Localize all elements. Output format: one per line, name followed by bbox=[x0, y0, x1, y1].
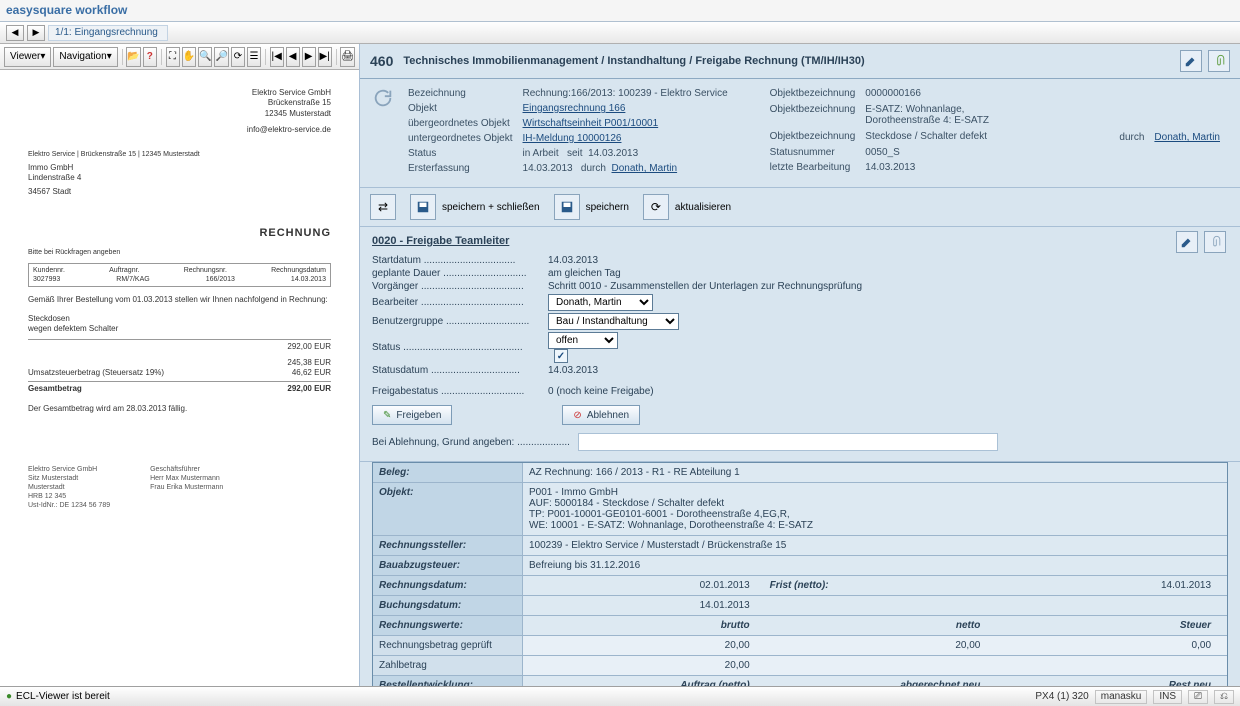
invoice-title: RECHNUNG bbox=[28, 226, 331, 240]
bearbeiter-select[interactable]: Donath, Martin bbox=[548, 294, 653, 311]
status-right: PX4 (1) 320 bbox=[1035, 691, 1088, 702]
ablehnung-grund-input[interactable] bbox=[578, 433, 998, 451]
app-title: easysquare workflow bbox=[6, 3, 127, 17]
status-icon: ● bbox=[6, 691, 12, 702]
status-user: manasku bbox=[1095, 690, 1148, 704]
attachment-icon[interactable] bbox=[1208, 50, 1230, 72]
nav-next-button[interactable]: ▶ bbox=[27, 25, 45, 41]
summary-table: Beleg:AZ Rechnung: 166 / 2013 - R1 - RE … bbox=[372, 462, 1228, 686]
viewer-dropdown[interactable]: Viewer ▾ bbox=[4, 47, 51, 67]
navigation-dropdown[interactable]: Navigation ▾ bbox=[53, 47, 117, 67]
process-title: Technisches Immobilienmanagement / Insta… bbox=[403, 55, 864, 67]
link-creator[interactable]: Donath, Martin bbox=[612, 163, 678, 174]
benutzergruppe-select[interactable]: Bau / Instandhaltung bbox=[548, 313, 679, 330]
reload-icon[interactable] bbox=[370, 85, 396, 111]
attach-step-icon[interactable] bbox=[1204, 231, 1226, 253]
step-header: 0020 - Freigabe Teamleiter bbox=[372, 235, 509, 247]
breadcrumb[interactable]: 1/1: Eingangsrechnung bbox=[48, 25, 168, 41]
process-id: 460 bbox=[370, 53, 393, 69]
viewer-toolbar: Viewer ▾ Navigation ▾ 📂 ? ⛶ ✋ 🔍 🔎 ⟳ ☰ |◀… bbox=[0, 44, 359, 70]
link-parent[interactable]: Wirtschaftseinheit P001/10001 bbox=[523, 118, 659, 129]
save-button[interactable] bbox=[554, 194, 580, 220]
status-tool1[interactable]: ⎚ bbox=[1188, 690, 1208, 704]
save-close-button[interactable] bbox=[410, 194, 436, 220]
status-tool2[interactable]: ⎌ bbox=[1214, 690, 1234, 704]
zoom-in-icon[interactable]: 🔍 bbox=[198, 47, 212, 67]
document-preview: Elektro Service GmbH Brückenstraße 15 12… bbox=[0, 70, 359, 686]
freigeben-button[interactable]: ✎Freigeben bbox=[372, 405, 452, 425]
hand-icon[interactable]: ✋ bbox=[182, 47, 196, 67]
status-mode: INS bbox=[1153, 690, 1182, 704]
status-select[interactable]: offen bbox=[548, 332, 618, 349]
refresh-button[interactable]: ⟳ bbox=[643, 194, 669, 220]
select-icon[interactable]: ☰ bbox=[247, 47, 261, 67]
edit-step-icon[interactable] bbox=[1176, 231, 1198, 253]
page-last-icon[interactable]: ▶| bbox=[318, 47, 332, 67]
status-text: ECL-Viewer ist bereit bbox=[16, 691, 110, 702]
nav-prev-button[interactable]: ◀ bbox=[6, 25, 24, 41]
status-confirm-check[interactable]: ✓ bbox=[554, 349, 568, 363]
rotate-icon[interactable]: ⟳ bbox=[231, 47, 245, 67]
page-prev-icon[interactable]: ◀ bbox=[286, 47, 300, 67]
link-child[interactable]: IH-Meldung 10000126 bbox=[523, 133, 622, 144]
page-next-icon[interactable]: ▶ bbox=[302, 47, 316, 67]
print-icon[interactable]: 🖨 bbox=[340, 47, 355, 67]
page-first-icon[interactable]: |◀ bbox=[270, 47, 284, 67]
edit-icon[interactable] bbox=[1180, 50, 1202, 72]
link-object[interactable]: Eingangsrechnung 166 bbox=[523, 103, 626, 114]
ablehnen-button[interactable]: ⊘Ablehnen bbox=[562, 405, 640, 425]
top-navigation: ◀ ▶ 1/1: Eingangsrechnung bbox=[0, 22, 1240, 44]
link-editor[interactable]: Donath, Martin bbox=[1154, 132, 1220, 143]
open-icon[interactable]: 📂 bbox=[126, 47, 140, 67]
exchange-icon[interactable]: ⇄ bbox=[370, 194, 396, 220]
fit-icon[interactable]: ⛶ bbox=[166, 47, 180, 67]
help-icon[interactable]: ? bbox=[143, 47, 157, 67]
zoom-out-icon[interactable]: 🔎 bbox=[214, 47, 228, 67]
